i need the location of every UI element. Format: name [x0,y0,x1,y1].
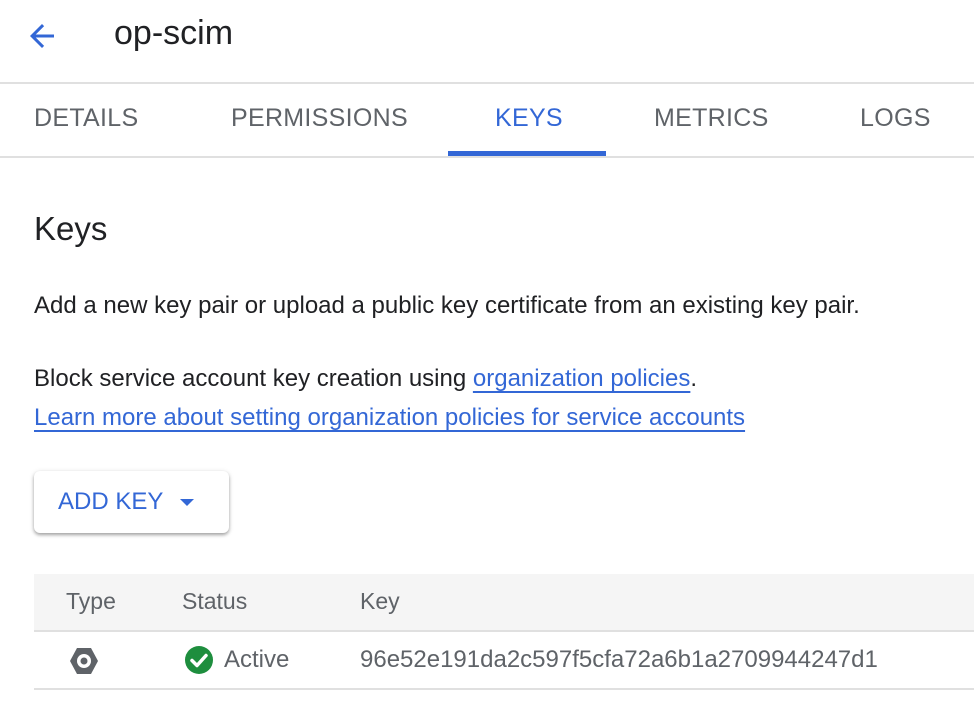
dropdown-caret-icon [180,499,194,506]
table-row: Active 96e52e191da2c597f5cfa72a6b1a27099… [34,632,974,690]
status-text: Active [224,646,290,673]
description-text: Add a new key pair or upload a public ke… [34,292,860,319]
tab-logs[interactable]: LOGS [860,104,931,133]
tab-details[interactable]: DETAILS [34,104,138,133]
section-heading: Keys [34,210,108,247]
column-header-type: Type [66,588,116,614]
service-account-key-icon [70,648,98,674]
organization-policies-link[interactable]: organization policies [473,365,690,392]
page-title: op-scim [114,14,234,52]
learn-more-row: Learn more about setting organization po… [34,404,745,432]
tab-bar: DETAILS PERMISSIONS KEYS METRICS LOGS [0,84,974,158]
check-circle-icon [185,646,213,674]
active-tab-indicator [448,151,606,156]
column-header-key: Key [360,588,400,614]
learn-more-link[interactable]: Learn more about setting organization po… [34,404,745,431]
tab-metrics[interactable]: METRICS [654,104,769,133]
block-suffix: . [690,365,698,392]
tab-permissions[interactable]: PERMISSIONS [231,104,408,133]
keys-table: Type Status Key Active 96e52e191da2c597f… [34,574,974,690]
arrow-back-icon[interactable] [24,18,60,54]
table-header: Type Status Key [34,574,974,632]
add-key-button[interactable]: ADD KEY [34,471,229,533]
add-key-label: ADD KEY [58,488,164,515]
block-text: Block service account key creation using [34,365,473,392]
page-header: op-scim [0,0,974,84]
column-header-status: Status [182,588,248,614]
tab-keys[interactable]: KEYS [495,104,563,133]
key-id: 96e52e191da2c597f5cfa72a6b1a2709944247d1 [360,646,878,673]
block-policy-text: Block service account key creation using… [34,365,697,393]
